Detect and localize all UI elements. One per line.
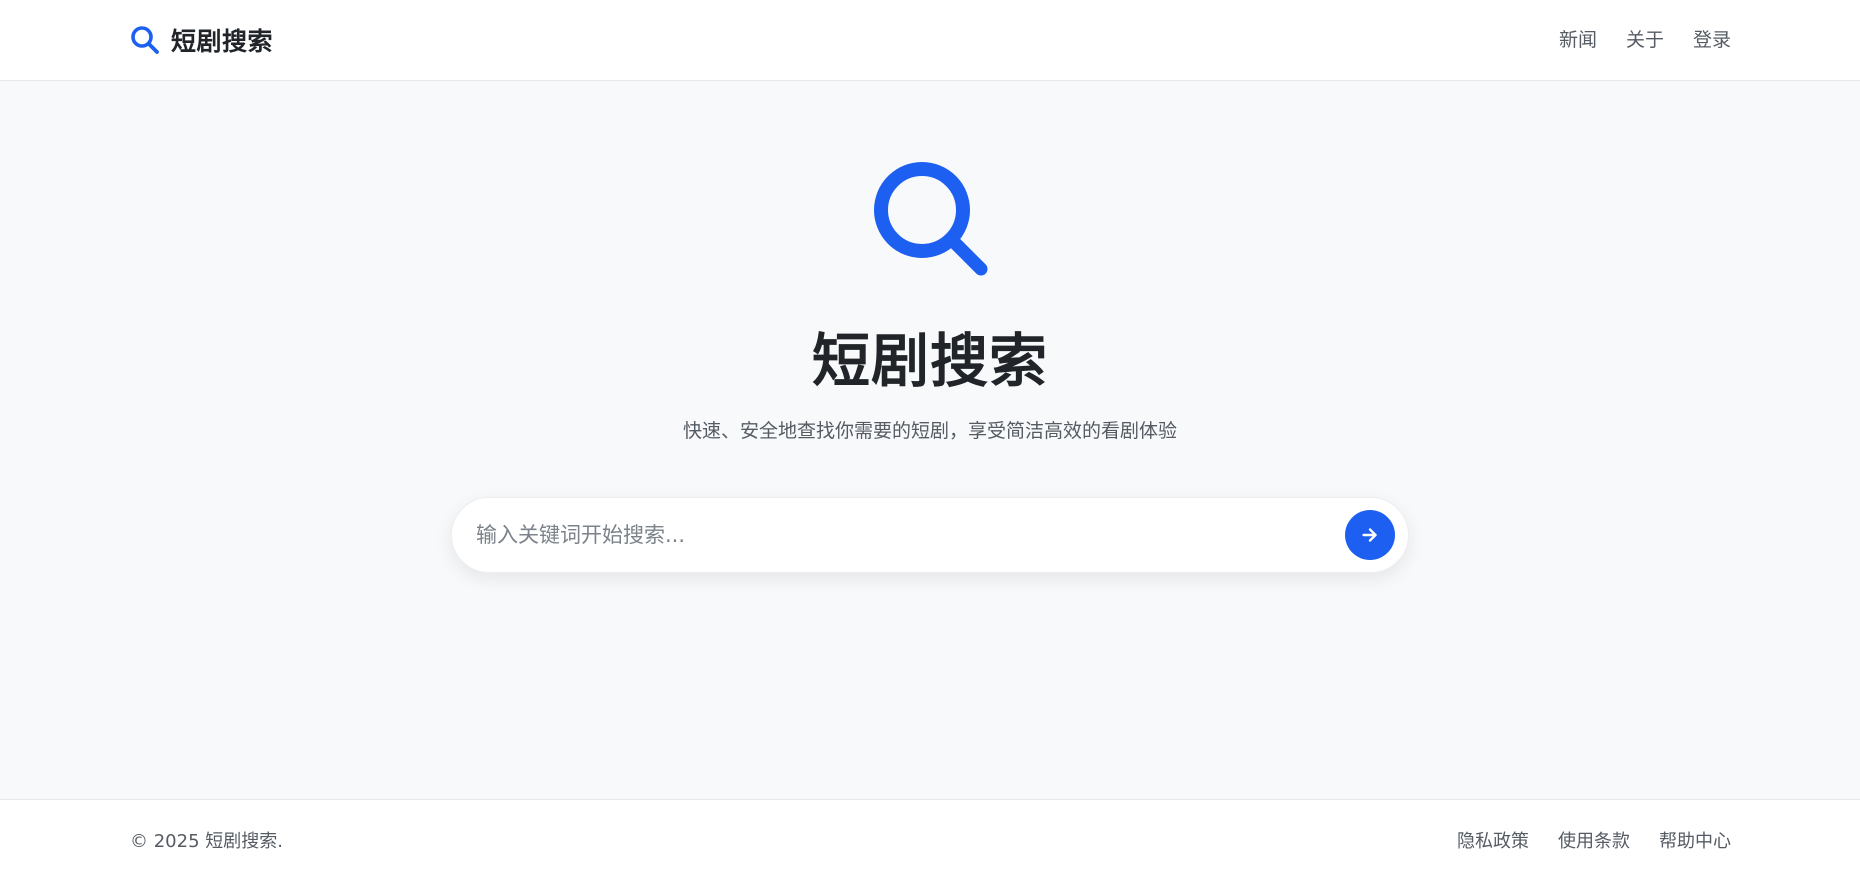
page-subtitle: 快速、安全地查找你需要的短剧，享受简洁高效的看剧体验 xyxy=(682,420,1177,442)
search-input[interactable] xyxy=(476,498,1316,572)
search-box xyxy=(451,497,1409,573)
footer-links: 隐私政策 使用条款 帮助中心 xyxy=(1457,829,1731,855)
page: 短剧搜索 新闻 关于 登录 短剧搜索 快速、安全地查找你需要的短剧，享受简洁高效… xyxy=(0,0,1860,885)
search-submit-button[interactable] xyxy=(1345,510,1395,560)
brand-logo-link[interactable]: 短剧搜索 xyxy=(129,22,273,58)
copyright-text: © 2025 短剧搜索. xyxy=(130,831,283,852)
header: 短剧搜索 新闻 关于 登录 xyxy=(0,0,1860,81)
nav-link-login[interactable]: 登录 xyxy=(1693,26,1731,54)
main-content: 短剧搜索 快速、安全地查找你需要的短剧，享受简洁高效的看剧体验 xyxy=(0,81,1860,799)
top-nav: 新闻 关于 登录 xyxy=(1559,26,1731,54)
search-icon xyxy=(866,154,994,282)
brand-name: 短剧搜索 xyxy=(171,27,274,56)
page-title: 短剧搜索 xyxy=(811,327,1048,395)
nav-link-news[interactable]: 新闻 xyxy=(1559,26,1597,54)
arrow-right-icon xyxy=(1359,524,1381,546)
search-icon xyxy=(129,24,161,56)
footer-link-help[interactable]: 帮助中心 xyxy=(1659,829,1731,855)
footer-link-privacy[interactable]: 隐私政策 xyxy=(1457,829,1529,855)
nav-link-about[interactable]: 关于 xyxy=(1626,26,1664,54)
footer: © 2025 短剧搜索. 隐私政策 使用条款 帮助中心 xyxy=(0,799,1860,885)
footer-link-terms[interactable]: 使用条款 xyxy=(1558,829,1630,855)
